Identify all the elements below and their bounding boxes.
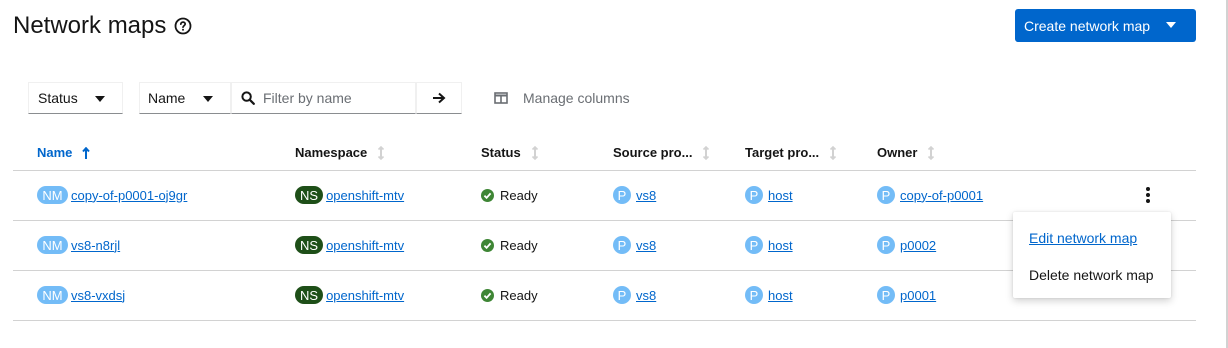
ns-badge: NS — [295, 286, 324, 304]
search-field[interactable] — [231, 82, 416, 114]
status-cell: Ready — [481, 235, 538, 255]
arrow-right-icon — [433, 92, 446, 104]
p-badge: P — [613, 186, 631, 204]
target-provider-link[interactable]: host — [768, 288, 793, 303]
column-label: Status — [481, 145, 521, 160]
help-icon[interactable] — [174, 17, 192, 35]
status-filter-select[interactable]: Status — [28, 82, 123, 114]
target-provider-link[interactable]: host — [768, 188, 793, 203]
p-badge: P — [877, 286, 895, 304]
row-actions-kebab-icon[interactable] — [1140, 185, 1156, 205]
column-label: Target pro... — [745, 145, 820, 160]
target-provider-cell: P host — [745, 235, 793, 255]
p-badge: P — [613, 286, 631, 304]
status-text: Ready — [500, 187, 538, 203]
p-badge: P — [613, 236, 631, 254]
column-header-namespace[interactable]: Namespace — [295, 145, 385, 160]
nm-badge: NM — [37, 286, 68, 304]
network-map-link[interactable]: vs8-vxdsj — [71, 288, 125, 303]
status-filter-label: Status — [38, 90, 78, 106]
check-circle-icon — [481, 238, 494, 252]
namespace-link[interactable]: openshift-mtv — [326, 288, 404, 303]
source-provider-link[interactable]: vs8 — [636, 188, 656, 203]
delete-network-map-menu-item[interactable]: Delete network map — [1029, 267, 1154, 283]
column-label: Namespace — [295, 145, 368, 160]
namespace-cell: NS openshift-mtv — [295, 285, 404, 305]
page-title-text: Network maps — [13, 12, 167, 39]
sort-icon — [830, 145, 837, 160]
status-cell: Ready — [481, 285, 538, 305]
source-provider-cell: P vs8 — [613, 235, 656, 255]
edit-network-map-menu-item[interactable]: Edit network map — [1029, 230, 1137, 246]
p-badge: P — [877, 236, 895, 254]
check-circle-icon — [481, 288, 494, 302]
ns-badge: NS — [295, 236, 324, 254]
sort-icon — [378, 145, 385, 160]
search-input[interactable] — [261, 89, 415, 107]
owner-link[interactable]: copy-of-p0001 — [900, 188, 983, 203]
namespace-link[interactable]: openshift-mtv — [326, 238, 404, 253]
owner-cell: P p0001 — [877, 285, 936, 305]
p-badge: P — [877, 186, 895, 204]
owner-link[interactable]: p0001 — [900, 288, 936, 303]
column-header-target-provider[interactable]: Target pro... — [745, 145, 837, 160]
p-badge: P — [745, 236, 763, 254]
sort-icon — [531, 145, 538, 160]
check-circle-icon — [481, 188, 494, 202]
table-divider — [13, 170, 1196, 171]
table-divider — [13, 320, 1196, 321]
sort-icon — [703, 145, 710, 160]
nm-badge: NM — [37, 236, 68, 254]
create-button-label: Create network map — [1024, 17, 1151, 34]
name-filter-select[interactable]: Name — [139, 82, 231, 114]
search-icon — [241, 91, 255, 105]
columns-icon — [494, 92, 508, 104]
search-submit-button[interactable] — [416, 82, 462, 114]
owner-cell: P copy-of-p0001 — [877, 185, 983, 205]
source-provider-cell: P vs8 — [613, 185, 656, 205]
network-map-link[interactable]: vs8-n8rjl — [71, 238, 120, 253]
column-header-status[interactable]: Status — [481, 145, 539, 160]
name-cell: NM vs8-n8rjl — [37, 235, 120, 255]
p-badge: P — [745, 286, 763, 304]
name-cell: NM vs8-vxdsj — [37, 285, 125, 305]
target-provider-link[interactable]: host — [768, 238, 793, 253]
owner-cell: P p0002 — [877, 235, 936, 255]
caret-down-icon — [95, 96, 105, 102]
chevron-down-icon — [1166, 22, 1176, 28]
namespace-cell: NS openshift-mtv — [295, 185, 404, 205]
sort-icon — [928, 145, 935, 160]
caret-down-icon — [203, 96, 213, 102]
source-provider-cell: P vs8 — [613, 285, 656, 305]
target-provider-cell: P host — [745, 185, 793, 205]
row-actions-menu: Edit network map Delete network map — [1013, 212, 1171, 298]
create-network-map-button[interactable]: Create network map — [1015, 9, 1196, 42]
name-cell: NM copy-of-p0001-oj9gr — [37, 185, 187, 205]
namespace-link[interactable]: openshift-mtv — [326, 188, 404, 203]
owner-link[interactable]: p0002 — [900, 238, 936, 253]
p-badge: P — [745, 186, 763, 204]
status-cell: Ready — [481, 185, 538, 205]
status-text: Ready — [500, 237, 538, 253]
column-header-name[interactable]: Name — [37, 145, 91, 160]
column-label: Name — [37, 145, 73, 160]
column-label: Owner — [877, 145, 918, 160]
column-header-source-provider[interactable]: Source pro... — [613, 145, 710, 160]
column-label: Source pro... — [613, 145, 693, 160]
manage-columns-button[interactable]: Manage columns — [494, 90, 630, 106]
ns-badge: NS — [295, 186, 324, 204]
page-title: Network maps — [13, 11, 192, 41]
source-provider-link[interactable]: vs8 — [636, 238, 656, 253]
namespace-cell: NS openshift-mtv — [295, 235, 404, 255]
sort-asc-icon — [82, 146, 91, 159]
column-header-owner[interactable]: Owner — [877, 145, 935, 160]
status-text: Ready — [500, 287, 538, 303]
manage-columns-label: Manage columns — [523, 90, 630, 106]
nm-badge: NM — [37, 186, 68, 204]
source-provider-link[interactable]: vs8 — [636, 288, 656, 303]
network-map-link[interactable]: copy-of-p0001-oj9gr — [71, 188, 187, 203]
name-filter-label: Name — [148, 90, 186, 106]
target-provider-cell: P host — [745, 285, 793, 305]
